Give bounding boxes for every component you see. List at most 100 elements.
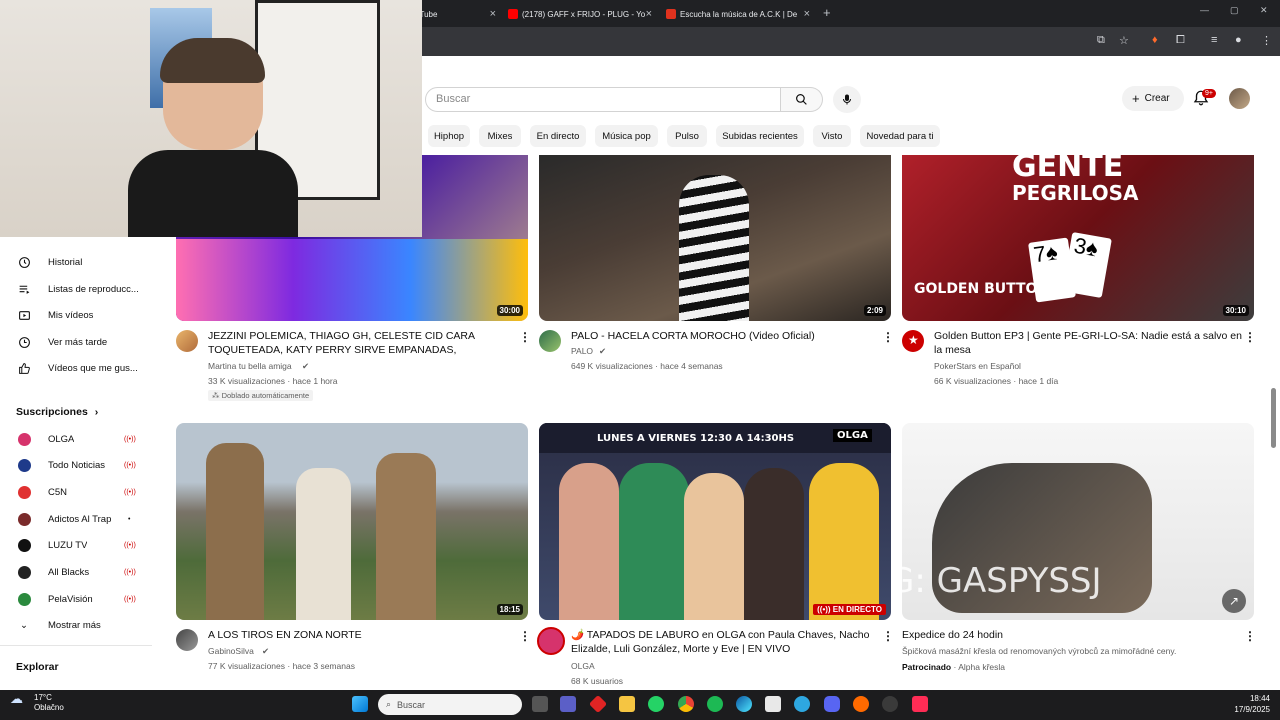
task-view-icon[interactable] — [532, 696, 548, 712]
ad-title[interactable]: Expedice do 24 hodin — [902, 628, 1222, 642]
c5n-avatar — [17, 485, 31, 499]
youtube-favicon-icon — [508, 9, 518, 19]
clock-time: 18:44 — [1249, 694, 1270, 703]
video-title[interactable]: JEZZINI POLEMICA, THIAGO GH, CELESTE CID… — [208, 329, 498, 357]
extension-fox-icon[interactable]: ♦ — [1152, 34, 1158, 46]
chip-live[interactable]: En directo — [530, 125, 586, 147]
video-duration: 30:10 — [1222, 305, 1249, 316]
sidebar-item-todo-noticias[interactable]: Todo Noticias ((•)) — [0, 453, 160, 477]
browser-menu-icon[interactable]: ⋮ — [1261, 34, 1272, 47]
chip-hiphop[interactable]: Hiphop — [428, 125, 470, 147]
chip-recent-uploads[interactable]: Subidas recientes — [716, 125, 804, 147]
store-icon[interactable] — [765, 696, 781, 712]
channel-avatar[interactable] — [539, 330, 561, 352]
install-app-icon[interactable]: ⧉ — [1097, 34, 1105, 47]
sidebar-item-history[interactable]: Historial — [0, 250, 160, 274]
more-actions-icon[interactable]: ⋮ — [519, 629, 531, 643]
channel-name[interactable]: PALO — [571, 346, 593, 356]
chip-mixes[interactable]: Mixes — [479, 125, 521, 147]
whatsapp-icon[interactable] — [648, 696, 664, 712]
more-actions-icon[interactable]: ⋮ — [882, 629, 894, 643]
screen: YouTube × (2178) GAFF x FRIJO - PLUG - Y… — [0, 0, 1280, 720]
channel-avatar[interactable] — [176, 330, 198, 352]
minimize-icon[interactable]: — — [1200, 5, 1209, 15]
sponsor-name[interactable]: · Alpha křesla — [954, 662, 1006, 672]
more-actions-icon[interactable]: ⋮ — [1244, 330, 1256, 344]
video-thumbnail[interactable]: LUNES A VIERNES 12:30 A 14:30HS OLGA ((•… — [539, 423, 891, 620]
create-button[interactable]: + Crear — [1122, 86, 1184, 111]
chip-new-for-you[interactable]: Novedad para ti — [860, 125, 940, 147]
external-link-icon[interactable]: ↗ — [1222, 589, 1246, 613]
app-gray-icon[interactable] — [882, 696, 898, 712]
tab-plug[interactable]: (2178) GAFF x FRIJO - PLUG - Yo × — [506, 4, 656, 24]
channel-name[interactable]: PokerStars en Español — [934, 361, 1021, 371]
more-actions-icon[interactable]: ⋮ — [519, 330, 531, 344]
edge-icon[interactable] — [736, 696, 752, 712]
sidebar-item-liked[interactable]: Vídeos que me gus... — [0, 356, 160, 380]
video-thumbnail[interactable]: 18:15 — [176, 423, 528, 620]
channel-avatar-live[interactable] — [537, 627, 565, 655]
profile-icon[interactable]: ● — [1235, 34, 1242, 46]
channel-avatar[interactable] — [176, 629, 198, 651]
subscriptions-heading[interactable]: Suscripciones › — [16, 406, 98, 418]
sidebar-item-playlists[interactable]: Listas de reproducc... — [0, 277, 160, 301]
maximize-icon[interactable]: ▢ — [1230, 5, 1239, 16]
spotify-icon[interactable] — [707, 696, 723, 712]
scrollbar-thumb[interactable] — [1271, 388, 1276, 448]
video-thumbnail[interactable]: IG: GASPYSSJ ↗ — [902, 423, 1254, 620]
system-clock[interactable]: 18:44 17/9/2025 — [1234, 693, 1270, 715]
channel-avatar — [17, 512, 31, 526]
account-avatar[interactable] — [1229, 88, 1250, 109]
close-tab-icon[interactable]: × — [490, 8, 496, 20]
sidebar-item-olga[interactable]: OLGA ((•)) — [0, 427, 160, 451]
video-title[interactable]: 🌶️ TAPADOS DE LABURO en OLGA con Paula C… — [571, 628, 876, 656]
sidebar-item-luzu-tv[interactable]: LUZU TV ((•)) — [0, 533, 160, 557]
video-title[interactable]: Golden Button EP3 | Gente PE-GRI-LO-SA: … — [934, 329, 1244, 357]
video-thumbnail[interactable]: 2:09 — [539, 155, 891, 321]
channel-name[interactable]: Martina tu bella amiga — [208, 361, 292, 371]
channel-name[interactable]: OLGA — [571, 661, 595, 671]
chip-pop[interactable]: Música pop — [595, 125, 658, 147]
search-input[interactable]: Buscar — [425, 87, 781, 112]
video-title[interactable]: PALO - HACELA CORTA MOROCHO (Video Ofici… — [571, 329, 871, 357]
discord-icon[interactable] — [824, 696, 840, 712]
tab-ack[interactable]: Escucha la música de A.C.K | De × — [664, 4, 814, 24]
taskbar-search-input[interactable]: ⌕ Buscar — [378, 694, 522, 715]
video-title[interactable]: A LOS TIROS EN ZONA NORTE — [208, 628, 508, 642]
channel-name[interactable]: GabinoSilva — [208, 646, 254, 656]
close-tab-icon[interactable]: × — [646, 8, 652, 20]
voice-search-button[interactable] — [833, 86, 861, 113]
windows-start-icon[interactable] — [352, 696, 368, 712]
app-blue-icon[interactable] — [794, 696, 810, 712]
liked-icon — [17, 361, 31, 375]
weather-widget[interactable]: ☁ 17°C Oblačno — [10, 692, 64, 713]
search-button[interactable] — [781, 87, 823, 112]
file-explorer-icon[interactable] — [619, 696, 635, 712]
chip-watched[interactable]: Visto — [813, 125, 851, 147]
bookmark-star-icon[interactable]: ☆ — [1119, 34, 1129, 47]
new-tab-icon[interactable]: + — [823, 5, 831, 20]
chrome-icon[interactable] — [678, 696, 694, 712]
history-icon — [17, 255, 31, 269]
media-control-icon[interactable]: ≡ — [1211, 34, 1217, 46]
sidebar-item-c5n[interactable]: C5N ((•)) — [0, 480, 160, 504]
sidebar-item-my-videos[interactable]: Mis vídeos — [0, 303, 160, 327]
tab-youtube[interactable]: YouTube × — [422, 4, 500, 24]
more-actions-icon[interactable]: ⋮ — [882, 330, 894, 344]
show-more-button[interactable]: ⌄ Mostrar más — [0, 613, 160, 637]
tiktok-icon[interactable] — [912, 696, 928, 712]
more-actions-icon[interactable]: ⋮ — [1244, 629, 1256, 643]
all-blacks-avatar — [17, 565, 31, 579]
sidebar-item-adictos-al-trap[interactable]: Adictos Al Trap • — [0, 507, 160, 531]
extensions-puzzle-icon[interactable]: ⧠ — [1176, 34, 1185, 47]
sidebar-item-all-blacks[interactable]: All Blacks ((•)) — [0, 560, 160, 584]
close-tab-icon[interactable]: × — [804, 8, 810, 20]
sidebar-item-pelavision[interactable]: PelaVisión ((•)) — [0, 587, 160, 611]
app-orange-icon[interactable] — [853, 696, 869, 712]
video-thumbnail[interactable]: GENTE PEGRILOSA GOLDEN BUTTON 7♠ 3♠ 30:1… — [902, 155, 1254, 321]
close-window-icon[interactable]: ✕ — [1260, 5, 1268, 16]
teams-icon[interactable] — [560, 696, 576, 712]
sidebar-item-watch-later[interactable]: Ver más tarde — [0, 330, 160, 354]
channel-avatar[interactable]: ★ — [902, 330, 924, 352]
chip-pulse[interactable]: Pulso — [667, 125, 707, 147]
